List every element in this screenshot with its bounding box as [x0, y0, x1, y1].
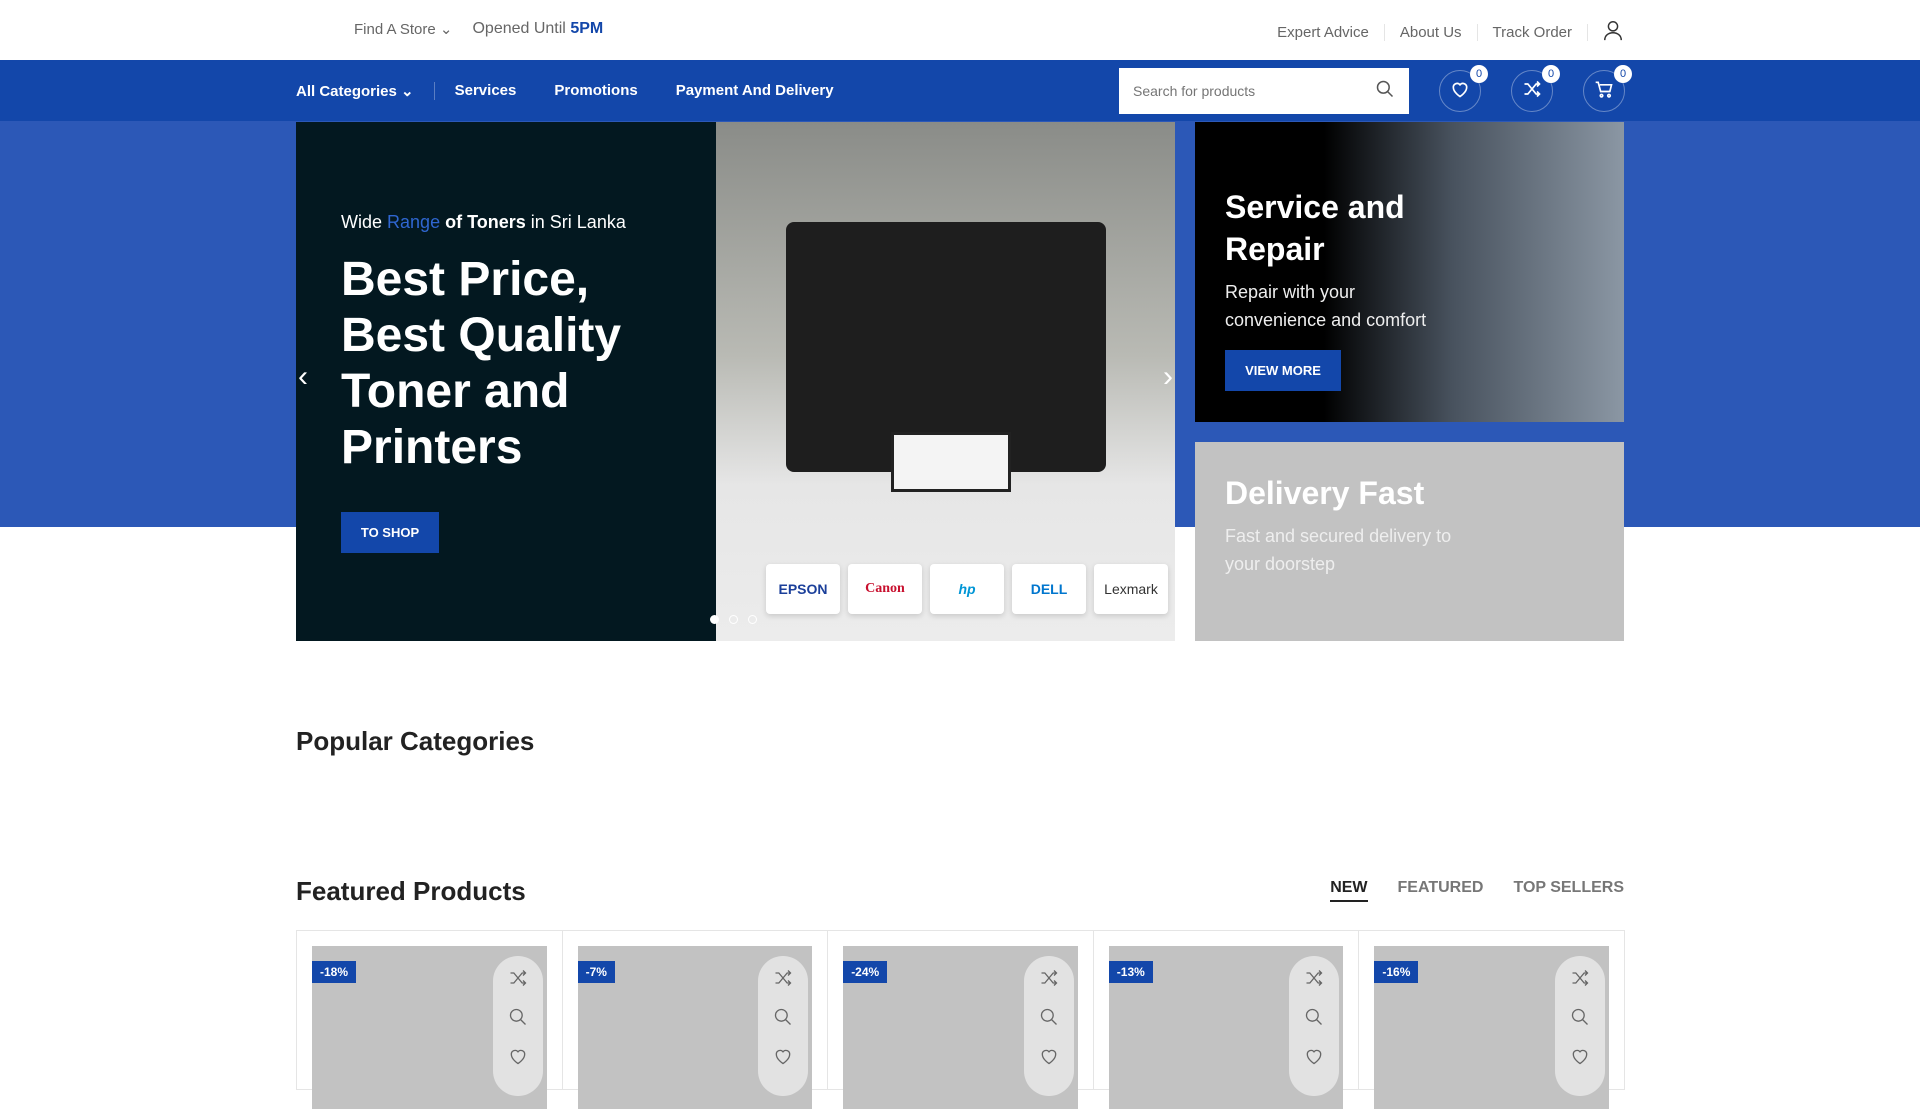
- compare-count: 0: [1542, 65, 1560, 83]
- tab-new[interactable]: NEW: [1330, 879, 1368, 902]
- product-card[interactable]: -7%: [563, 931, 829, 1109]
- slider-dot[interactable]: [748, 615, 757, 624]
- product-image: -16%: [1374, 946, 1609, 1109]
- quick-view-icon[interactable]: [1304, 1007, 1324, 1032]
- view-more-button[interactable]: VIEW MORE: [1225, 350, 1341, 391]
- quick-view-icon[interactable]: [1039, 1007, 1059, 1032]
- search-input[interactable]: [1133, 83, 1353, 99]
- compare-icon[interactable]: [1039, 968, 1059, 993]
- discount-badge: -24%: [843, 961, 888, 983]
- brand-dell: DELL: [1012, 564, 1086, 614]
- service-text: Repair with your convenience and comfort: [1225, 282, 1427, 330]
- wishlist-count: 0: [1470, 65, 1488, 83]
- tab-featured[interactable]: FEATURED: [1398, 879, 1484, 902]
- brand-hp: hp: [930, 564, 1004, 614]
- cart-icon: [1594, 79, 1614, 104]
- delivery-text: Fast and secured delivery to your doorst…: [1225, 526, 1452, 574]
- about-us-link[interactable]: About Us: [1385, 23, 1478, 41]
- compare-icon[interactable]: [1304, 968, 1324, 993]
- cart-button[interactable]: 0: [1583, 65, 1632, 112]
- quick-view-icon[interactable]: [1570, 1007, 1590, 1032]
- track-order-link[interactable]: Track Order: [1478, 23, 1588, 41]
- brand-epson: EPSON: [766, 564, 840, 614]
- slider-dot[interactable]: [729, 615, 738, 624]
- service-title: Service and Repair: [1225, 189, 1405, 267]
- featured-products-title: Featured Products: [296, 876, 526, 906]
- product-image: -13%: [1108, 946, 1344, 1109]
- discount-badge: -18%: [312, 961, 357, 983]
- product-tabs: NEW FEATURED TOP SELLERS: [1330, 879, 1624, 902]
- slider-dot[interactable]: [710, 615, 719, 624]
- opening-hours: Opened Until 5PM: [472, 20, 604, 37]
- nav-divider: [433, 81, 435, 100]
- main-nav: All Categories ⌄ Services Promotions Pay…: [0, 60, 1920, 121]
- find-store-link[interactable]: Find A Store ⌄: [354, 20, 452, 38]
- product-actions: [758, 956, 809, 1096]
- wishlist-icon[interactable]: [1570, 1046, 1590, 1071]
- product-image: -18%: [312, 946, 547, 1109]
- product-actions: [1289, 956, 1340, 1096]
- discount-badge: -13%: [1108, 961, 1153, 983]
- hero-slider: EPSON Canon hp DELL Lexmark Wide Range o…: [296, 122, 1175, 641]
- brand-logos: EPSON Canon hp DELL Lexmark: [766, 564, 1168, 614]
- expert-advice-link[interactable]: Expert Advice: [1262, 23, 1385, 41]
- top-bar: Find A Store ⌄ Opened Until 5PM Expert A…: [0, 0, 1920, 60]
- tab-top-sellers[interactable]: TOP SELLERS: [1513, 879, 1624, 902]
- product-card[interactable]: -18%: [297, 931, 563, 1109]
- product-actions: [1023, 956, 1074, 1096]
- product-image: -24%: [843, 946, 1078, 1109]
- next-arrow-icon[interactable]: ›: [1163, 360, 1173, 394]
- product-actions: [492, 956, 543, 1096]
- search-icon[interactable]: [1375, 79, 1395, 104]
- prev-arrow-icon[interactable]: ‹: [298, 360, 308, 394]
- nav-services[interactable]: Services: [455, 82, 517, 99]
- product-card[interactable]: -13%: [1094, 931, 1360, 1109]
- brand-lexmark: Lexmark: [1094, 564, 1168, 614]
- wishlist-icon[interactable]: [1304, 1046, 1324, 1071]
- quick-view-icon[interactable]: [773, 1007, 793, 1032]
- quick-view-icon[interactable]: [508, 1007, 528, 1032]
- wishlist-icon[interactable]: [1039, 1046, 1059, 1071]
- compare-icon[interactable]: [773, 968, 793, 993]
- product-image: -7%: [577, 946, 813, 1109]
- cart-count: 0: [1614, 65, 1632, 83]
- nav-all-categories[interactable]: All Categories ⌄: [296, 82, 414, 100]
- shuffle-icon: [1522, 79, 1542, 104]
- hero-subtitle: Wide Range of Toners in Sri Lanka: [341, 212, 626, 232]
- popular-categories-title: Popular Categories: [296, 726, 535, 756]
- heart-icon: [1450, 79, 1470, 104]
- printer-image: EPSON Canon hp DELL Lexmark: [716, 122, 1175, 641]
- nav-payment-delivery[interactable]: Payment And Delivery: [676, 82, 834, 99]
- service-card: Service and Repair Repair with your conv…: [1195, 122, 1624, 422]
- compare-button[interactable]: 0: [1511, 65, 1560, 112]
- discount-badge: -16%: [1374, 961, 1419, 983]
- wishlist-icon[interactable]: [773, 1046, 793, 1071]
- to-shop-button[interactable]: TO SHOP: [341, 512, 439, 553]
- search-box: [1119, 68, 1409, 114]
- discount-badge: -7%: [577, 961, 615, 983]
- brand-canon: Canon: [848, 564, 922, 614]
- product-actions: [1554, 956, 1605, 1096]
- wishlist-icon[interactable]: [508, 1046, 528, 1071]
- user-icon[interactable]: [1588, 19, 1624, 45]
- delivery-title: Delivery Fast: [1225, 475, 1425, 511]
- slider-dots: [710, 615, 757, 624]
- wishlist-button[interactable]: 0: [1439, 65, 1488, 112]
- hero-headline: Best Price, Best Quality Toner and Print…: [341, 253, 622, 474]
- compare-icon[interactable]: [1570, 968, 1590, 993]
- product-grid: -18% -7% -24% -13% -16%: [296, 930, 1625, 1109]
- compare-icon[interactable]: [508, 968, 528, 993]
- product-card[interactable]: -24%: [828, 931, 1094, 1109]
- printer-tray: [891, 432, 1011, 492]
- product-card[interactable]: -16%: [1359, 931, 1624, 1109]
- delivery-card: Delivery Fast Fast and secured delivery …: [1195, 442, 1624, 641]
- nav-promotions[interactable]: Promotions: [554, 82, 637, 99]
